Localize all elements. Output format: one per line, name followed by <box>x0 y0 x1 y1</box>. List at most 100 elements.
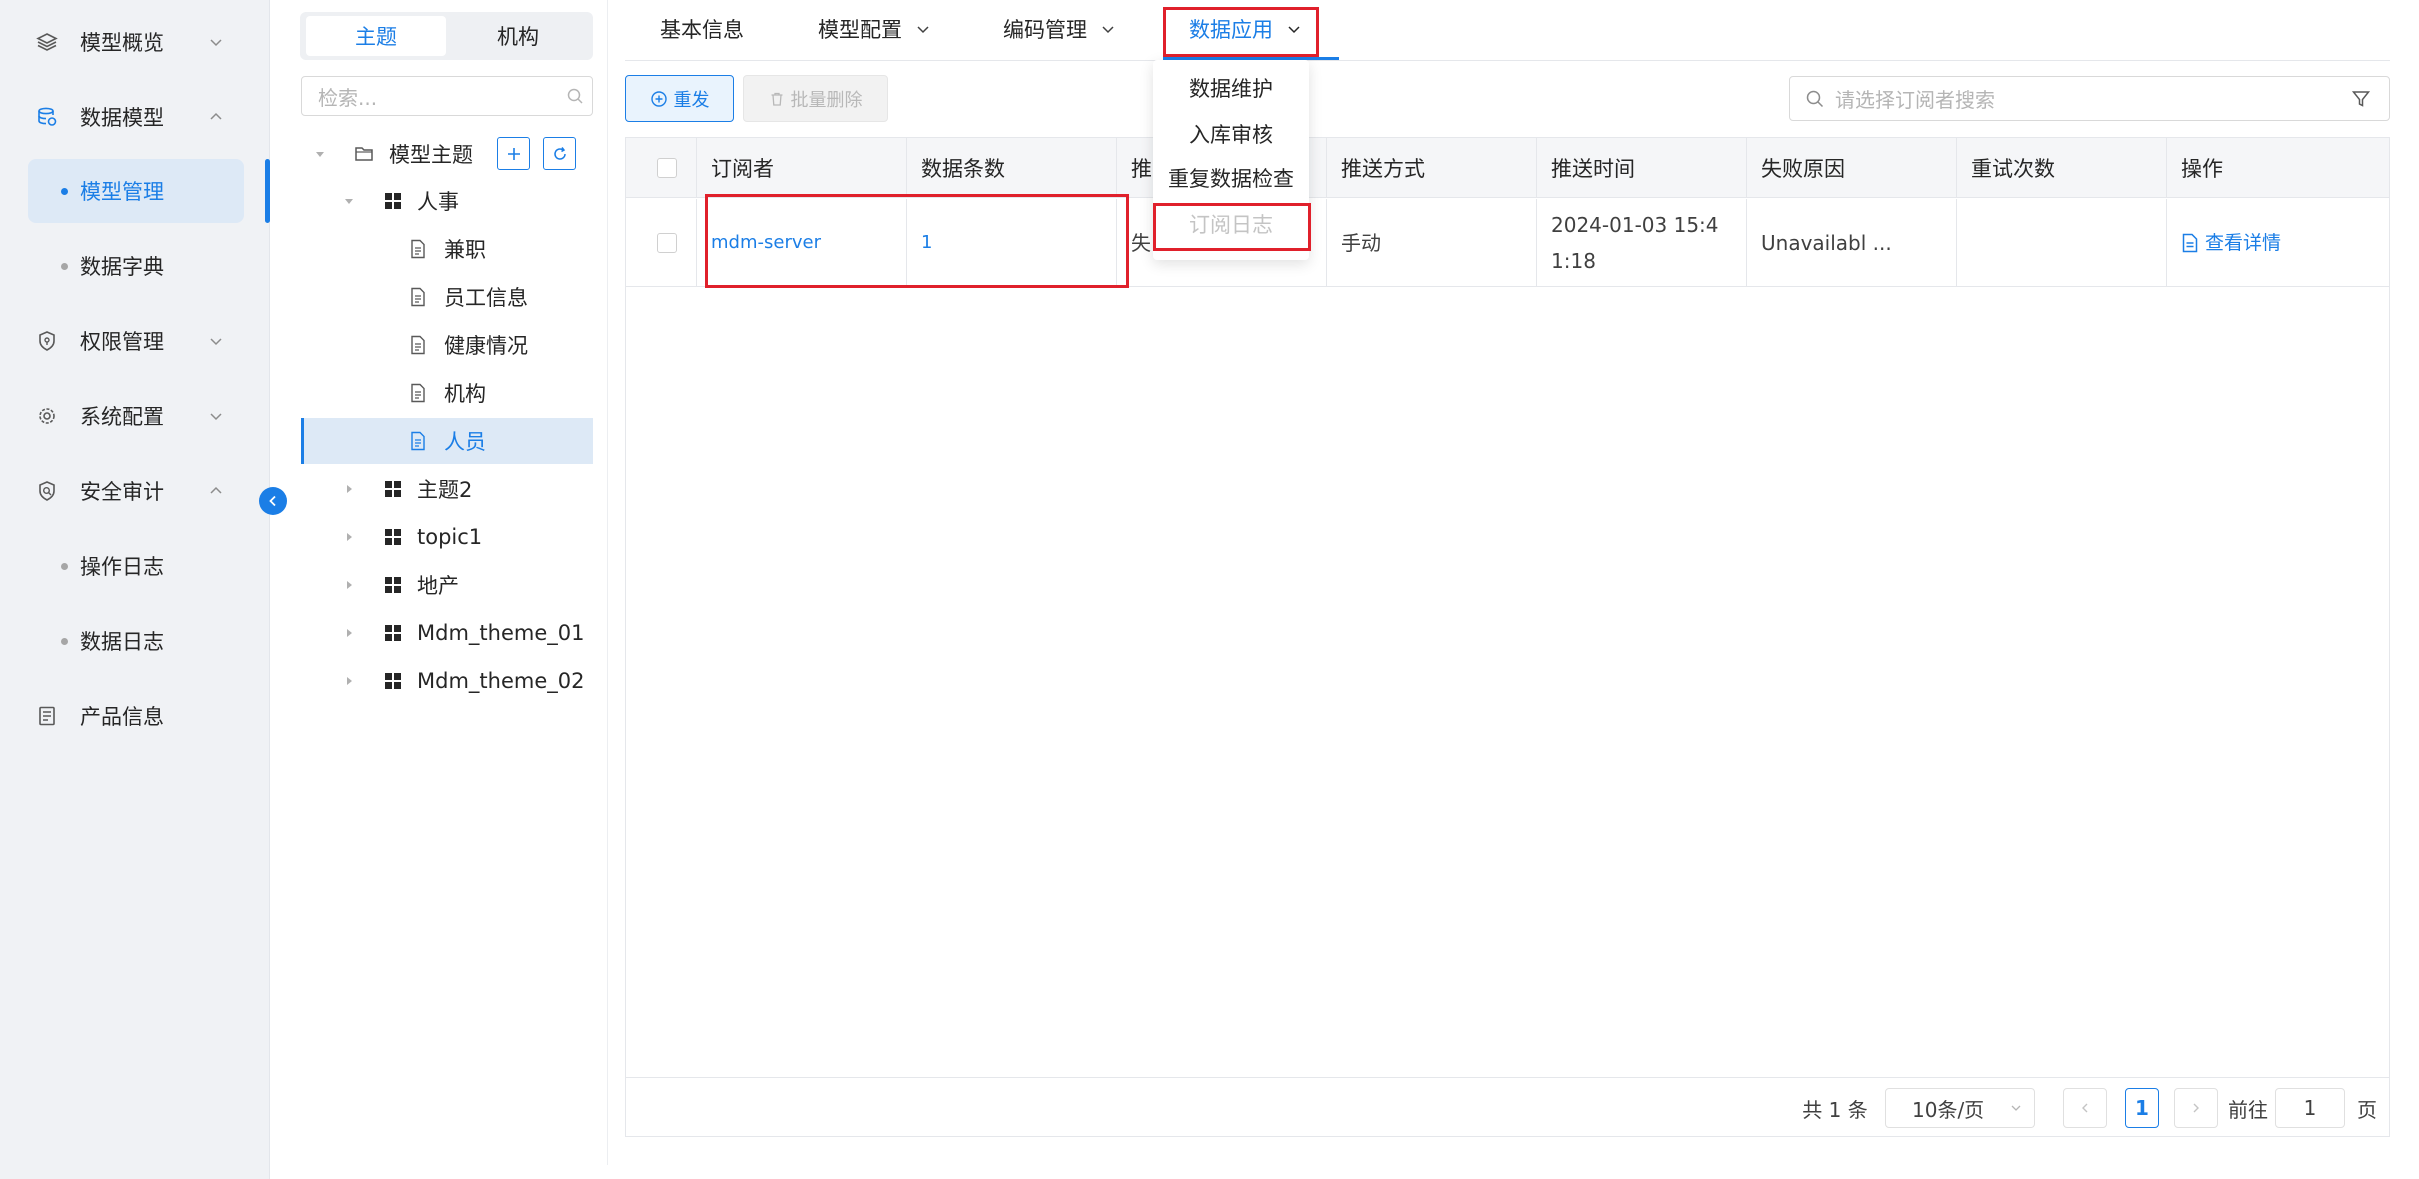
chevron-right-icon <box>2193 1103 2199 1113</box>
tab-basic-info[interactable]: 基本信息 <box>660 10 744 48</box>
tree-node-topic[interactable]: topic1 <box>300 514 590 560</box>
column-header: 重试次数 <box>1956 138 2166 198</box>
tree-node-hr[interactable]: 人事 <box>300 178 590 224</box>
file-icon <box>408 239 428 259</box>
batch-delete-button[interactable]: 批量删除 <box>743 75 888 122</box>
column-header: 操作 <box>2166 138 2389 198</box>
security-shield-icon <box>34 478 60 504</box>
tree-node-label: 模型主题 <box>389 143 473 167</box>
bullet-dot <box>61 562 68 570</box>
caret-right-icon[interactable] <box>343 675 355 687</box>
select-all-checkbox-cell[interactable] <box>626 138 696 198</box>
retries-cell <box>1956 199 2166 286</box>
page-number-current[interactable]: 1 <box>2125 1088 2159 1128</box>
tree-node-label: Mdm_theme_02 <box>417 669 585 693</box>
segment-organization[interactable]: 机构 <box>448 16 588 56</box>
sidebar-item-model-overview[interactable]: 模型概览 <box>0 10 270 74</box>
grid-icon <box>383 191 403 211</box>
menu-item-duplicate-check[interactable]: 重复数据检查 <box>1153 156 1309 200</box>
sidebar-item-data-log[interactable]: 数据日志 <box>0 609 270 673</box>
filter-icon[interactable] <box>2351 89 2371 109</box>
tree-node-topic[interactable]: Mdm_theme_02 <box>300 658 590 704</box>
sidebar-item-data-model[interactable]: 数据模型 <box>0 85 270 149</box>
prev-page-button[interactable] <box>2063 1088 2107 1128</box>
plus-icon <box>507 147 520 160</box>
bullet-dot <box>61 637 68 645</box>
tab-model-config[interactable]: 模型配置 <box>818 10 930 48</box>
tab-label: 编码管理 <box>1003 18 1087 42</box>
sidebar-item-data-dictionary[interactable]: 数据字典 <box>0 234 270 298</box>
sidebar-item-label: 产品信息 <box>80 705 164 729</box>
highlight-box-menu <box>1153 203 1311 251</box>
column-header: 推送方式 <box>1326 138 1536 198</box>
goto-page-input[interactable]: 1 <box>2275 1088 2345 1128</box>
row-checkbox-cell[interactable] <box>626 199 696 286</box>
sidebar-item-label: 模型管理 <box>80 180 164 204</box>
panel-divider <box>607 0 608 1165</box>
tree-node-leaf-selected[interactable]: 人员 <box>300 418 590 464</box>
highlight-box-tab <box>1163 7 1319 57</box>
select-all-checkbox[interactable] <box>657 158 677 178</box>
sidebar-item-system-config[interactable]: 系统配置 <box>0 384 270 448</box>
segment-topic[interactable]: 主题 <box>306 16 446 56</box>
tab-code-management[interactable]: 编码管理 <box>1003 10 1115 48</box>
row-checkbox[interactable] <box>657 232 677 253</box>
sidebar-item-security-audit[interactable]: 安全审计 <box>0 459 270 523</box>
refresh-tree-button[interactable] <box>543 137 576 170</box>
tree-node-leaf[interactable]: 健康情况 <box>300 322 590 368</box>
resend-button[interactable]: 重发 <box>625 75 734 122</box>
chevron-down-icon <box>917 26 929 34</box>
view-detail-link[interactable]: 查看详情 <box>2166 199 2389 286</box>
sidebar: 模型概览 数据模型 模型管理 数据字典 权限管理 系统配置 安全审计 操作日志 … <box>0 0 270 1179</box>
sidebar-item-model-management[interactable]: 模型管理 <box>0 159 270 223</box>
column-header: 订阅者 <box>696 138 906 198</box>
caret-right-icon[interactable] <box>343 579 355 591</box>
caret-down-icon[interactable] <box>314 148 326 160</box>
add-node-button[interactable] <box>497 137 530 170</box>
table-header: 订阅者 数据条数 推 推送方式 推送时间 失败原因 重试次数 操作 <box>626 138 2389 198</box>
tree-node-topic[interactable]: 主题2 <box>300 466 590 512</box>
refresh-icon <box>553 146 566 160</box>
sidebar-collapse-button[interactable] <box>259 487 287 515</box>
tab-label: 基本信息 <box>660 18 744 42</box>
tree-node-topic[interactable]: 地产 <box>300 562 590 608</box>
tree-node-leaf[interactable]: 机构 <box>300 370 590 416</box>
trash-icon <box>771 92 782 106</box>
menu-item-data-maintenance[interactable]: 数据维护 <box>1153 66 1309 110</box>
caret-down-icon[interactable] <box>343 195 355 207</box>
tree-node-label: 主题2 <box>417 478 473 502</box>
caret-right-icon[interactable] <box>343 483 355 495</box>
column-header: 推送时间 <box>1536 138 1746 198</box>
chevron-down-icon <box>210 39 222 47</box>
tabs-divider <box>625 60 2390 61</box>
sidebar-item-label: 权限管理 <box>80 330 164 354</box>
tree-node-topic[interactable]: Mdm_theme_01 <box>300 610 590 656</box>
tree-node-leaf[interactable]: 员工信息 <box>300 274 590 320</box>
grid-icon <box>383 671 403 691</box>
subscriber-search-input[interactable]: 请选择订阅者搜索 <box>1789 76 2390 121</box>
column-header: 失败原因 <box>1746 138 1956 198</box>
tree-search-input[interactable]: 检索... <box>301 76 593 116</box>
chevron-down-icon <box>1102 26 1114 34</box>
sidebar-item-product-info[interactable]: 产品信息 <box>0 684 270 748</box>
tree-node-label: Mdm_theme_01 <box>417 621 585 645</box>
file-icon <box>408 335 428 355</box>
grid-icon <box>383 575 403 595</box>
menu-item-storage-review[interactable]: 入库审核 <box>1153 112 1309 156</box>
page-size-select[interactable]: 10条/页 <box>1885 1088 2035 1128</box>
grid-icon <box>383 527 403 547</box>
tree-node-leaf[interactable]: 兼职 <box>300 226 590 272</box>
search-placeholder: 请选择订阅者搜索 <box>1835 88 1995 112</box>
chevron-up-icon <box>210 112 222 120</box>
tree-node-label: 人员 <box>444 430 486 454</box>
sidebar-item-operation-log[interactable]: 操作日志 <box>0 534 270 598</box>
grid-icon <box>383 479 403 499</box>
active-indicator <box>265 159 270 223</box>
caret-right-icon[interactable] <box>343 531 355 543</box>
chevron-up-icon <box>210 486 222 494</box>
caret-right-icon[interactable] <box>343 627 355 639</box>
document-list-icon <box>34 703 60 729</box>
sidebar-item-permissions[interactable]: 权限管理 <box>0 309 270 373</box>
next-page-button[interactable] <box>2174 1088 2218 1128</box>
column-header: 数据条数 <box>906 138 1116 198</box>
